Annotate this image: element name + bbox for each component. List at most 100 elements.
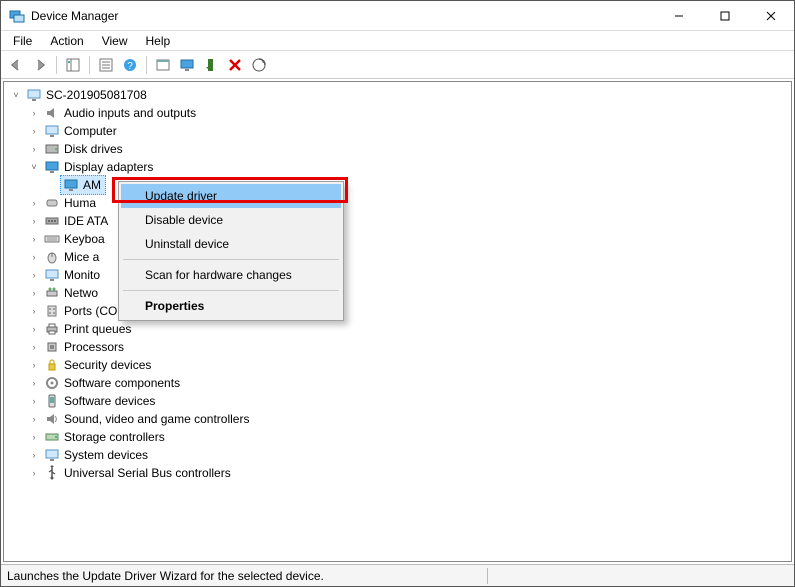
toolbar-separator bbox=[89, 56, 90, 74]
tree-node[interactable]: › Processors bbox=[28, 338, 789, 356]
expander-closed-icon[interactable]: › bbox=[28, 413, 40, 425]
computer-icon bbox=[26, 87, 42, 103]
menu-view[interactable]: View bbox=[94, 33, 136, 49]
expander-open-icon[interactable]: ˅ bbox=[28, 161, 40, 173]
forward-button[interactable] bbox=[29, 54, 51, 76]
back-button[interactable] bbox=[5, 54, 27, 76]
expander-closed-icon[interactable]: › bbox=[28, 341, 40, 353]
expander-closed-icon[interactable]: › bbox=[28, 125, 40, 137]
tree-node-label: Computer bbox=[64, 122, 117, 140]
device-manager-window: Device Manager File Action View Help ? bbox=[0, 0, 795, 587]
show-hide-console-tree-button[interactable] bbox=[62, 54, 84, 76]
expander-closed-icon[interactable]: › bbox=[28, 197, 40, 209]
tree-node-label: Display adapters bbox=[64, 158, 153, 176]
scan-hardware-button[interactable] bbox=[248, 54, 270, 76]
properties-button[interactable] bbox=[95, 54, 117, 76]
expander-closed-icon[interactable]: › bbox=[28, 467, 40, 479]
tree-node[interactable]: ˅ Display adapters bbox=[28, 158, 789, 176]
storage-icon bbox=[44, 429, 60, 445]
expander-closed-icon[interactable]: › bbox=[28, 215, 40, 227]
tree-node-label: Storage controllers bbox=[64, 428, 165, 446]
tree-node-label: Processors bbox=[64, 338, 124, 356]
tree-node-label: Keyboa bbox=[64, 230, 105, 248]
tree-node[interactable]: › Disk drives bbox=[28, 140, 789, 158]
keyboard-icon bbox=[44, 231, 60, 247]
context-menu-item[interactable]: Update driver bbox=[121, 184, 341, 208]
titlebar: Device Manager bbox=[1, 1, 794, 31]
expander-closed-icon[interactable]: › bbox=[28, 449, 40, 461]
context-menu-separator bbox=[123, 259, 339, 260]
device-tree-panel[interactable]: ˅ SC-201905081708 › Audio inputs and outp… bbox=[3, 81, 792, 562]
tree-node[interactable]: › Audio inputs and outputs bbox=[28, 104, 789, 122]
app-icon bbox=[9, 8, 25, 24]
monitor-toolbar-button[interactable] bbox=[176, 54, 198, 76]
tree-node-label: Software devices bbox=[64, 392, 155, 410]
tree-node-label: Disk drives bbox=[64, 140, 123, 158]
update-driver-button[interactable] bbox=[152, 54, 174, 76]
toolbar-separator bbox=[56, 56, 57, 74]
tree-node-label: Huma bbox=[64, 194, 96, 212]
tree-node[interactable]: › Storage controllers bbox=[28, 428, 789, 446]
expander-closed-icon[interactable]: › bbox=[28, 107, 40, 119]
tree-node[interactable]: › Computer bbox=[28, 122, 789, 140]
menu-file[interactable]: File bbox=[5, 33, 40, 49]
svg-text:?: ? bbox=[127, 61, 133, 72]
context-menu-item[interactable]: Scan for hardware changes bbox=[121, 263, 341, 287]
expander-closed-icon[interactable]: › bbox=[28, 323, 40, 335]
tree-node-label: Universal Serial Bus controllers bbox=[64, 464, 231, 482]
cpu-icon bbox=[44, 339, 60, 355]
expander-closed-icon[interactable]: › bbox=[28, 233, 40, 245]
mouse-icon bbox=[44, 249, 60, 265]
expander-icon[interactable]: ˅ bbox=[10, 89, 22, 101]
expander-closed-icon[interactable]: › bbox=[28, 143, 40, 155]
expander-closed-icon[interactable]: › bbox=[28, 395, 40, 407]
tree-node[interactable]: ›Sound, video and game controllers bbox=[28, 410, 789, 428]
help-button[interactable]: ? bbox=[119, 54, 141, 76]
display-icon bbox=[44, 159, 60, 175]
window-title: Device Manager bbox=[31, 9, 656, 23]
close-button[interactable] bbox=[748, 1, 794, 31]
tree-node[interactable]: ›System devices bbox=[28, 446, 789, 464]
audio-icon bbox=[44, 105, 60, 121]
tree-node-label: Netwo bbox=[64, 284, 98, 302]
tree-node-label: SC-201905081708 bbox=[46, 86, 147, 104]
tree-node[interactable]: › Security devices bbox=[28, 356, 789, 374]
context-menu-item[interactable]: Uninstall device bbox=[121, 232, 341, 256]
context-menu-item[interactable]: Disable device bbox=[121, 208, 341, 232]
expander-closed-icon[interactable]: › bbox=[28, 287, 40, 299]
menu-action[interactable]: Action bbox=[42, 33, 91, 49]
system-icon bbox=[44, 447, 60, 463]
tree-node-label: Monito bbox=[64, 266, 100, 284]
maximize-button[interactable] bbox=[702, 1, 748, 31]
usb-icon bbox=[44, 465, 60, 481]
menu-help[interactable]: Help bbox=[138, 33, 179, 49]
uninstall-device-button[interactable] bbox=[224, 54, 246, 76]
tree-node-label: Security devices bbox=[64, 356, 151, 374]
network-icon bbox=[44, 285, 60, 301]
tree-node[interactable]: ›Print queues bbox=[28, 320, 789, 338]
minimize-button[interactable] bbox=[656, 1, 702, 31]
expander-closed-icon[interactable]: › bbox=[28, 305, 40, 317]
security-icon bbox=[44, 357, 60, 373]
expander-closed-icon[interactable]: › bbox=[28, 431, 40, 443]
computer-icon bbox=[44, 123, 60, 139]
context-menu: Update driverDisable deviceUninstall dev… bbox=[118, 181, 344, 321]
context-menu-separator bbox=[123, 290, 339, 291]
expander-closed-icon[interactable]: › bbox=[28, 377, 40, 389]
statusbar-separator bbox=[487, 568, 488, 584]
expander-closed-icon[interactable]: › bbox=[28, 269, 40, 281]
context-menu-item[interactable]: Properties bbox=[121, 294, 341, 318]
tree-node[interactable]: › Universal Serial Bus controllers bbox=[28, 464, 789, 482]
ports-icon bbox=[44, 303, 60, 319]
tree-node-label: Audio inputs and outputs bbox=[64, 104, 196, 122]
tree-node[interactable]: › Software components bbox=[28, 374, 789, 392]
expander-closed-icon[interactable]: › bbox=[28, 251, 40, 263]
tree-node-label: Software components bbox=[64, 374, 180, 392]
tree-root-node[interactable]: ˅ SC-201905081708 bbox=[10, 86, 789, 104]
enable-device-button[interactable] bbox=[200, 54, 222, 76]
monitor-icon bbox=[44, 267, 60, 283]
software-icon bbox=[44, 375, 60, 391]
expander-closed-icon[interactable]: › bbox=[28, 359, 40, 371]
tree-node[interactable]: › Software devices bbox=[28, 392, 789, 410]
tree-node-label: Mice a bbox=[64, 248, 99, 266]
